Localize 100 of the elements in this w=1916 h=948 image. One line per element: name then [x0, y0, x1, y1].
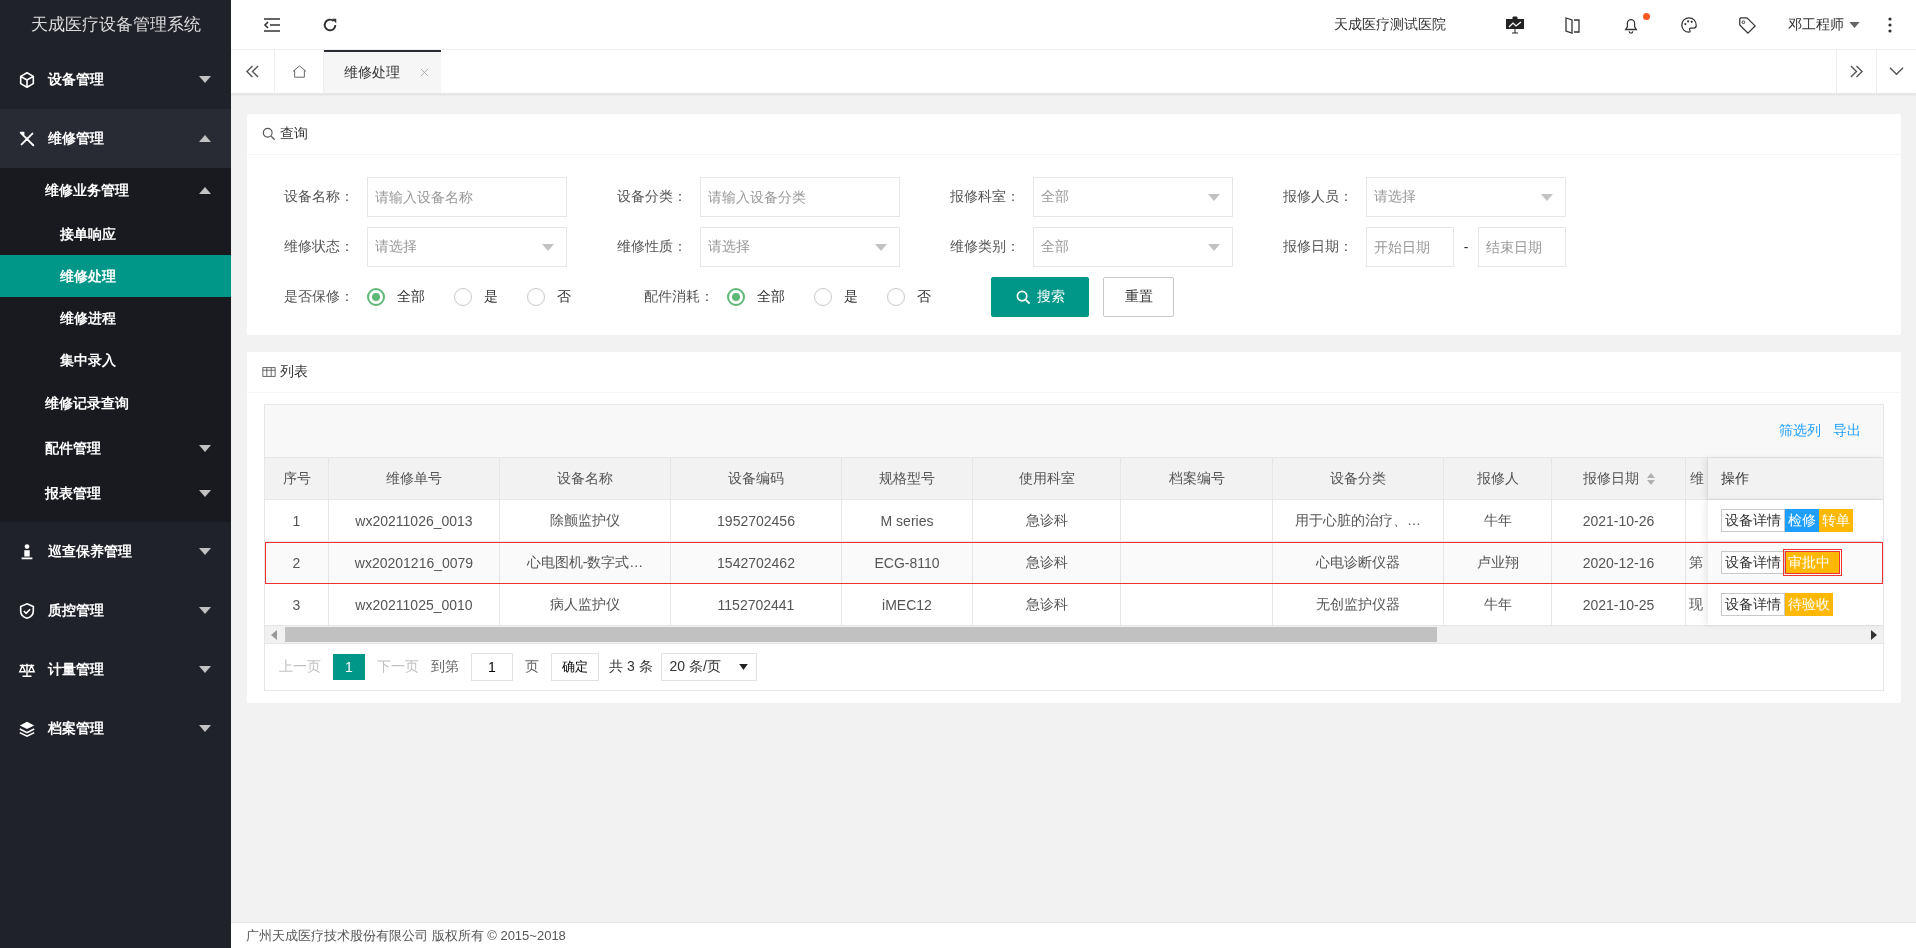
page-unit: 页	[525, 658, 539, 676]
sidebar-item[interactable]: 维修记录查询	[0, 381, 231, 426]
book-icon[interactable]	[1563, 15, 1583, 34]
close-icon[interactable]	[420, 68, 429, 77]
radio-label: 全部	[757, 288, 785, 306]
table-cell: wx20211025_0010	[329, 584, 500, 625]
sidebar-item[interactable]: 档案管理	[0, 699, 231, 758]
sidebar-item[interactable]: 接单响应	[0, 213, 231, 255]
table-cell: ECG-8110	[842, 542, 973, 583]
table-cell: 急诊科	[973, 584, 1121, 625]
confirm-button[interactable]: 确定	[551, 653, 599, 681]
tag-icon[interactable]	[1737, 15, 1757, 34]
user-menu[interactable]: 邓工程师	[1788, 15, 1844, 34]
chart-board-icon[interactable]	[1505, 15, 1525, 34]
text-field[interactable]: 请输入设备名称	[367, 177, 567, 217]
scroll-right-button[interactable]	[1836, 50, 1876, 93]
column-header: 设备编码	[671, 458, 842, 499]
search-button[interactable]: 搜索	[991, 277, 1089, 317]
sidebar-item[interactable]: 设备管理	[0, 50, 231, 109]
table-cell: 牛年	[1444, 500, 1552, 541]
sidebar-item[interactable]: 质控管理	[0, 581, 231, 640]
search-icon	[1015, 289, 1031, 305]
caret-down-icon	[738, 664, 748, 670]
table-row[interactable]: 1 wx20211026_0013 除颤监护仪 1952702456 M series 急诊科 用于心脏的治疗、… 牛年 2021-10-26 设备详情 检修 转单	[265, 500, 1883, 542]
column-header[interactable]: 报修日期	[1552, 458, 1686, 499]
menu-icon[interactable]	[263, 16, 281, 33]
field-label: 是否保修：	[283, 288, 355, 306]
range-separator: -	[1462, 239, 1470, 255]
caret-down-icon	[199, 76, 211, 83]
palette-icon[interactable]	[1679, 15, 1699, 34]
date-field[interactable]: 结束日期	[1478, 227, 1566, 267]
sidebar-item[interactable]: 配件管理	[0, 426, 231, 471]
table-cell: 除颤监护仪	[500, 500, 671, 541]
caret-down-icon	[1541, 193, 1553, 201]
page-number[interactable]: 1	[333, 654, 365, 680]
tab-menu-button[interactable]	[1876, 50, 1916, 93]
table-cell: 1952702456	[671, 500, 842, 541]
column-header: 档案编号	[1121, 458, 1273, 499]
more-icon[interactable]	[1888, 16, 1892, 33]
radio-label: 是	[844, 288, 858, 306]
radio-button[interactable]	[367, 288, 385, 306]
field-label: 设备分类：	[616, 188, 688, 206]
field-label: 报修日期：	[1282, 238, 1354, 256]
horizontal-scrollbar[interactable]	[265, 626, 1883, 644]
refresh-icon[interactable]	[321, 16, 339, 33]
card-title: 查询	[280, 125, 308, 143]
column-header: 设备分类	[1273, 458, 1444, 499]
date-field[interactable]: 开始日期	[1366, 227, 1454, 267]
goto-label: 到第	[431, 658, 459, 676]
page-input[interactable]: 1	[471, 653, 513, 681]
column-header: 序号	[265, 458, 329, 499]
reset-button[interactable]: 重置	[1103, 277, 1174, 317]
table-cell-text: 第	[1688, 552, 1704, 572]
table-cell: M series	[842, 500, 973, 541]
sidebar-item[interactable]: 巡查保养管理	[0, 522, 231, 581]
table-row[interactable]: 3 wx20211025_0010 病人监护仪 1152702441 iMEC12 急诊科 无创监护仪器 牛年 2021-10-25 现 设备详情 待验收	[265, 584, 1883, 626]
table-cell: 2021-10-26	[1552, 500, 1686, 541]
table-cell: 卢业翔	[1444, 542, 1552, 583]
sidebar-item[interactable]: 集中录入	[0, 339, 231, 381]
table-row[interactable]: 2 wx20201216_0079 心电图机-数字式… 1542702462 ECG-8110 急诊科 心电诊断仪器 卢业翔 2020-12-16 第 设备详情 审批中	[265, 542, 1883, 584]
field-label: 报修人员：	[1282, 188, 1354, 206]
column-header: 设备名称	[500, 458, 671, 499]
page-size-select[interactable]: 20 条/页	[660, 653, 757, 681]
radio-label: 否	[557, 288, 571, 306]
scroll-left-button[interactable]	[231, 50, 275, 93]
sidebar-item[interactable]: 报表管理	[0, 471, 231, 516]
text-field[interactable]: 请输入设备分类	[700, 177, 900, 217]
caret-down-icon	[1208, 243, 1220, 251]
column-header: 报修人	[1444, 458, 1552, 499]
scroll-right-icon[interactable]	[1871, 629, 1877, 640]
column-header: 规格型号	[842, 458, 973, 499]
radio-button[interactable]	[727, 288, 745, 306]
table-cell: 用于心脏的治疗、…	[1273, 500, 1444, 541]
home-tab[interactable]	[275, 50, 324, 93]
caret-down-icon	[199, 490, 211, 497]
action-button[interactable]: 设备详情	[1721, 593, 1785, 616]
hospital-name: 天成医疗测试医院	[1334, 15, 1446, 34]
table-cell: 1152702441	[671, 584, 842, 625]
caret-up-icon	[199, 187, 211, 194]
sidebar-item[interactable]: 维修进程	[0, 297, 231, 339]
table-cell: 1542702462	[671, 542, 842, 583]
scroll-left-icon[interactable]	[271, 629, 277, 640]
sidebar-item[interactable]: 维修管理	[0, 109, 231, 168]
tools-icon	[18, 129, 36, 148]
table-cell: 心电诊断仪器	[1273, 542, 1444, 583]
table-cell: 3	[265, 584, 329, 625]
radio-label: 全部	[397, 288, 425, 306]
caret-down-icon	[199, 607, 211, 614]
action-button[interactable]: 设备详情	[1721, 509, 1785, 532]
table-cell-text: 现	[1688, 594, 1704, 614]
caret-up-icon	[199, 135, 211, 142]
field-label: 配件消耗：	[643, 288, 715, 306]
action-button[interactable]: 设备详情	[1721, 551, 1785, 574]
table-cell: 急诊科	[973, 500, 1121, 541]
sidebar-item[interactable]: 维修处理	[0, 255, 231, 297]
home-icon	[291, 65, 307, 78]
sidebar-item[interactable]: 计量管理	[0, 640, 231, 699]
sidebar-item[interactable]: 维修业务管理	[0, 168, 231, 213]
copyright-text: 广州天成医疗技术股份有限公司 版权所有 © 2015~2018	[231, 922, 1916, 948]
page-tab[interactable]: 维修处理	[324, 50, 441, 93]
